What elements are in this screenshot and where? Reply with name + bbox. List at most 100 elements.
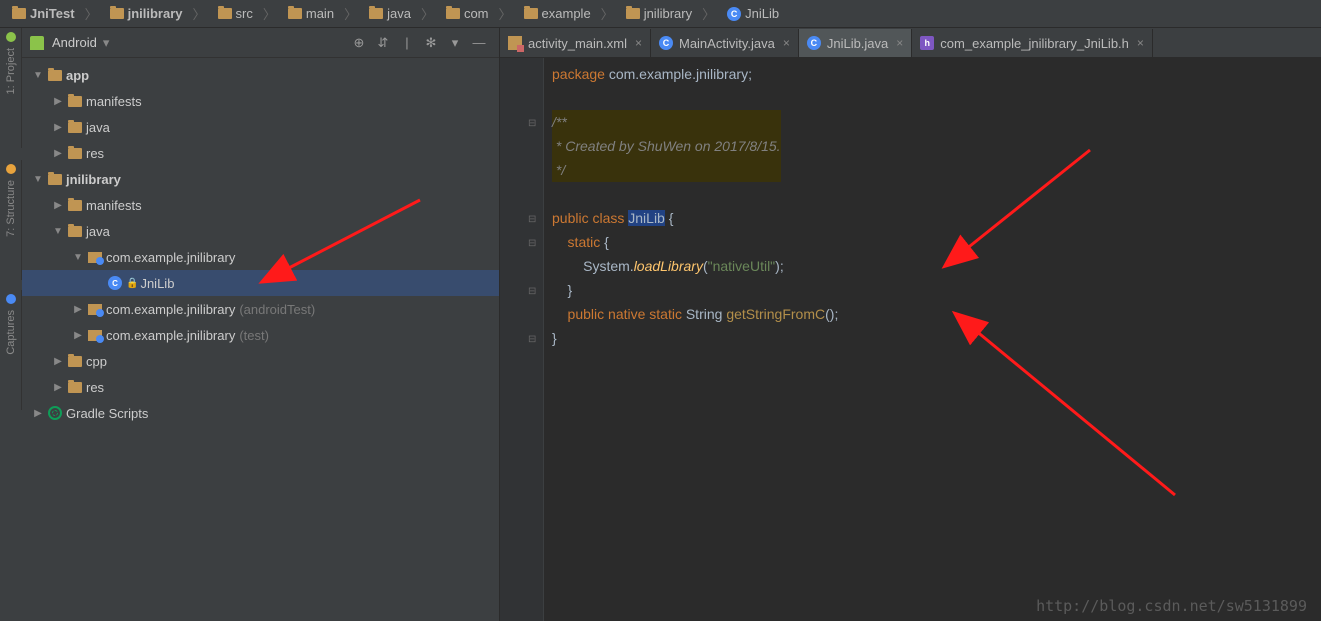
editor-tab[interactable]: CMainActivity.java×: [651, 29, 799, 57]
tree-label: com.example.jnilibrary: [106, 250, 235, 265]
breadcrumb-item[interactable]: src〉: [212, 4, 282, 23]
breadcrumb-label: com: [464, 6, 489, 21]
tree-node[interactable]: com.example.jnilibrary: [22, 244, 499, 270]
tree-label: manifests: [86, 198, 142, 213]
breadcrumb-item[interactable]: com〉: [440, 4, 518, 23]
breadcrumb-label: JniLib: [745, 6, 779, 21]
separator: |: [399, 35, 415, 51]
jni-icon: C: [108, 276, 122, 290]
lock-icon: 🔒: [126, 278, 138, 289]
breadcrumb-label: jnilibrary: [644, 6, 692, 21]
tree-arrow-icon[interactable]: [52, 122, 64, 133]
tree-node[interactable]: cpp: [22, 348, 499, 374]
breadcrumb-label: JniTest: [30, 6, 75, 21]
folder-icon: [68, 148, 82, 159]
breadcrumb-item[interactable]: example〉: [518, 4, 620, 23]
breadcrumb-item[interactable]: JniTest〉: [6, 4, 104, 23]
close-icon[interactable]: ×: [896, 36, 903, 50]
collapse-icon[interactable]: ⇵: [375, 35, 391, 51]
tool-window-captures[interactable]: Captures: [0, 290, 22, 410]
tree-arrow-icon[interactable]: [72, 304, 84, 315]
editor-tab[interactable]: C JniLib.java ×: [799, 29, 912, 57]
code-content[interactable]: package com.example.jnilibrary; /** * Cr…: [544, 58, 1321, 621]
tree-node[interactable]: res: [22, 374, 499, 400]
tree-node[interactable]: com.example.jnilibrary(test): [22, 322, 499, 348]
tree-node[interactable]: com.example.jnilibrary(androidTest): [22, 296, 499, 322]
tree-node[interactable]: manifests: [22, 88, 499, 114]
breadcrumb-label: main: [306, 6, 334, 21]
tool-window-project[interactable]: 1: Project: [0, 28, 22, 148]
folder-icon: [12, 8, 26, 19]
folder-icon: [48, 70, 62, 81]
project-tree[interactable]: appmanifestsjavaresjnilibrarymanifestsja…: [22, 58, 499, 621]
breadcrumb-item[interactable]: jnilibrary〉: [104, 4, 212, 23]
tree-label: res: [86, 380, 104, 395]
gutter: ⊟ ⊟ ⊟ ⊟ ⊟: [500, 58, 544, 621]
target-icon[interactable]: ⊕: [351, 35, 367, 51]
close-icon[interactable]: ×: [1137, 36, 1144, 50]
code-editor[interactable]: ⊟ ⊟ ⊟ ⊟ ⊟ package com.example.jnilibrary…: [500, 58, 1321, 621]
tree-node[interactable]: java: [22, 218, 499, 244]
tree-label: java: [86, 224, 110, 239]
tree-node[interactable]: app: [22, 62, 499, 88]
tree-node[interactable]: java: [22, 114, 499, 140]
tree-node[interactable]: manifests: [22, 192, 499, 218]
tree-label: Gradle Scripts: [66, 406, 148, 421]
tab-label: JniLib.java: [827, 36, 888, 51]
breadcrumb: JniTest〉jnilibrary〉src〉main〉java〉com〉exa…: [0, 0, 1321, 28]
tree-arrow-icon[interactable]: [32, 408, 44, 419]
folder-icon: [446, 8, 460, 19]
tool-window-structure[interactable]: 7: Structure: [0, 160, 22, 280]
tree-node[interactable]: C 🔒JniLib: [22, 270, 499, 296]
tree-label: com.example.jnilibrary: [106, 328, 235, 343]
tree-label: cpp: [86, 354, 107, 369]
tree-arrow-icon[interactable]: [52, 226, 64, 237]
gear-icon[interactable]: ✻: [423, 35, 439, 51]
pkg-icon: [88, 304, 102, 315]
class-icon: C: [807, 36, 821, 50]
tree-arrow-icon[interactable]: [52, 96, 64, 107]
folder-icon: [68, 200, 82, 211]
breadcrumb-item[interactable]: CJniLib: [721, 6, 785, 21]
chevron-down-icon[interactable]: ▾: [103, 35, 110, 51]
tree-label: JniLib: [140, 276, 174, 291]
folder-icon: [48, 174, 62, 185]
tree-arrow-icon[interactable]: [52, 200, 64, 211]
folder-icon: [68, 122, 82, 133]
editor-tab[interactable]: hcom_example_jnilibrary_JniLib.h×: [912, 29, 1153, 57]
folder-icon: [68, 356, 82, 367]
tree-arrow-icon[interactable]: [72, 252, 84, 263]
tree-arrow-icon[interactable]: [52, 382, 64, 393]
breadcrumb-item[interactable]: java〉: [363, 4, 440, 23]
tree-node[interactable]: Gradle Scripts: [22, 400, 499, 426]
breadcrumb-item[interactable]: jnilibrary〉: [620, 4, 721, 23]
breadcrumb-label: example: [542, 6, 591, 21]
pkg-icon: [88, 330, 102, 341]
tree-arrow-icon[interactable]: [52, 356, 64, 367]
tab-label: com_example_jnilibrary_JniLib.h: [940, 36, 1129, 51]
tree-arrow-icon[interactable]: [72, 330, 84, 341]
folder-icon: [626, 8, 640, 19]
project-toolbar: Android ▾ ⊕ ⇵ | ✻ ▾ —: [22, 28, 499, 58]
tree-arrow-icon[interactable]: [32, 70, 44, 81]
editor-tabs: activity_main.xml×CMainActivity.java×CJn…: [500, 28, 1321, 58]
tab-label: activity_main.xml: [528, 36, 627, 51]
folder-icon: [218, 8, 232, 19]
tree-arrow-icon[interactable]: [32, 174, 44, 185]
folder-icon: [68, 382, 82, 393]
xml-icon: [508, 36, 522, 50]
tree-node[interactable]: res: [22, 140, 499, 166]
hide-icon[interactable]: —: [471, 35, 487, 51]
view-selector[interactable]: Android: [52, 35, 97, 50]
editor-tab[interactable]: activity_main.xml ×: [500, 29, 651, 57]
tree-suffix: (androidTest): [239, 302, 315, 317]
tree-label: res: [86, 146, 104, 161]
folder-icon: [369, 8, 383, 19]
close-icon[interactable]: ×: [783, 36, 790, 50]
tree-node[interactable]: jnilibrary: [22, 166, 499, 192]
close-icon[interactable]: ×: [635, 36, 642, 50]
tree-arrow-icon[interactable]: [52, 148, 64, 159]
breadcrumb-item[interactable]: main〉: [282, 4, 363, 23]
chevron-down-icon[interactable]: ▾: [447, 35, 463, 51]
android-icon: [30, 36, 44, 50]
